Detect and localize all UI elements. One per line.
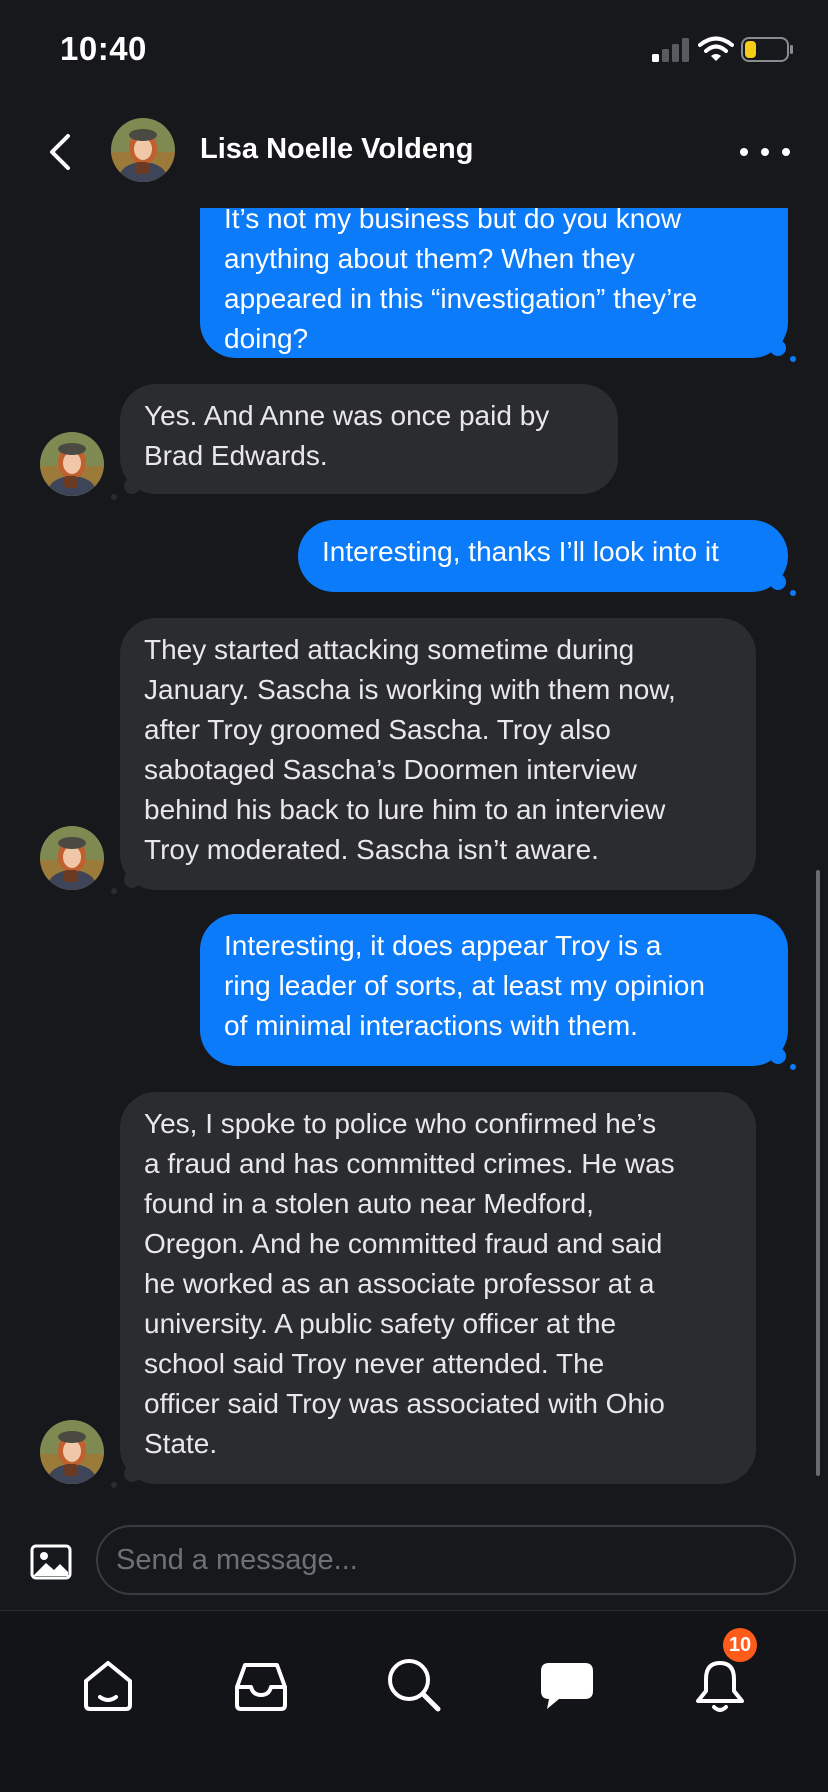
sender-avatar[interactable] [40,1420,104,1484]
message-line: a fraud and has committed crimes. He was [144,1148,675,1179]
message-line: behind his back to lure him to an interv… [144,794,666,825]
message-tail [124,478,140,494]
message-incoming[interactable]: They started attacking sometime during J… [120,618,756,890]
bell-icon[interactable] [690,1655,750,1715]
message-incoming[interactable]: Yes, I spoke to police who confirmed he’… [120,1092,756,1484]
message-line: It’s not my business but do you know [224,208,682,234]
cellular-signal-icon [652,38,689,62]
message-tail [111,494,117,500]
sender-avatar[interactable] [40,826,104,890]
image-attach-icon[interactable] [30,1544,72,1580]
message-tail [790,1064,796,1070]
more-dots-icon[interactable] [740,138,790,166]
home-icon[interactable] [78,1655,138,1715]
message-line: Yes. And Anne was once paid by [144,400,550,431]
message-incoming[interactable]: Yes. And Anne was once paid by Brad Edwa… [120,384,618,494]
message-line: Troy moderated. Sascha isn’t aware. [144,834,599,865]
notification-badge: 10 [723,1628,757,1662]
message-line: anything about them? When they [224,243,635,274]
status-bar: 10:40 [0,0,828,100]
battery-low-icon [741,37,793,62]
message-line: school said Troy never attended. The [144,1348,605,1379]
message-line: Interesting, it does appear Troy is a [224,930,662,961]
status-time: 10:40 [60,30,147,67]
message-thread[interactable]: It’s not my business but do you know any… [0,208,828,1490]
message-line: officer said Troy was associated with Oh… [144,1388,665,1419]
message-tail [790,590,796,596]
message-line: Interesting, thanks I’ll look into it [322,536,719,567]
message-composer [0,1490,828,1610]
contact-name[interactable]: Lisa Noelle Voldeng [200,133,473,166]
message-line: after Troy groomed Sascha. Troy also [144,714,611,745]
message-tail [790,356,796,362]
message-line: doing? [224,323,309,354]
inbox-icon[interactable] [231,1655,291,1715]
message-tail [124,1466,140,1482]
message-tail [111,1482,117,1488]
message-outgoing[interactable]: Interesting, thanks I’ll look into it [298,520,788,592]
message-line: State. [144,1428,218,1459]
message-tail [770,1048,786,1064]
message-line: university. A public safety officer at t… [144,1308,617,1339]
message-input[interactable] [96,1525,796,1595]
back-chevron-icon[interactable] [40,130,80,174]
search-icon[interactable] [384,1655,444,1715]
message-line: Brad Edwards. [144,440,328,471]
message-line: of minimal interactions with them. [224,1010,638,1041]
message-tail [770,574,786,590]
thread-scrollbar[interactable] [816,870,820,1476]
message-outgoing[interactable]: Interesting, it does appear Troy is a ri… [200,914,788,1066]
message-tail [111,888,117,894]
message-line: he worked as an associate professor at a [144,1268,655,1299]
message-line: found in a stolen auto near Medford, [144,1188,594,1219]
message-line: January. Sascha is working with them now… [144,674,676,705]
message-line: ring leader of sorts, at least my opinio… [224,970,705,1001]
message-line: Yes, I spoke to police who confirmed he’… [144,1108,657,1139]
message-tail [124,872,140,888]
message-line: appeared in this “investigation” they’re [224,283,698,314]
bottom-tab-bar [0,1610,828,1792]
sender-avatar[interactable] [40,432,104,496]
message-outgoing[interactable]: It’s not my business but do you know any… [200,208,788,358]
wifi-icon [698,36,734,61]
chat-icon[interactable] [537,1655,597,1715]
message-line: Oregon. And he committed fraud and said [144,1228,663,1259]
contact-avatar[interactable] [111,118,175,182]
message-line: sabotaged Sascha’s Doormen interview [144,754,637,785]
message-tail [770,340,786,356]
message-line: They started attacking sometime during [144,634,635,665]
